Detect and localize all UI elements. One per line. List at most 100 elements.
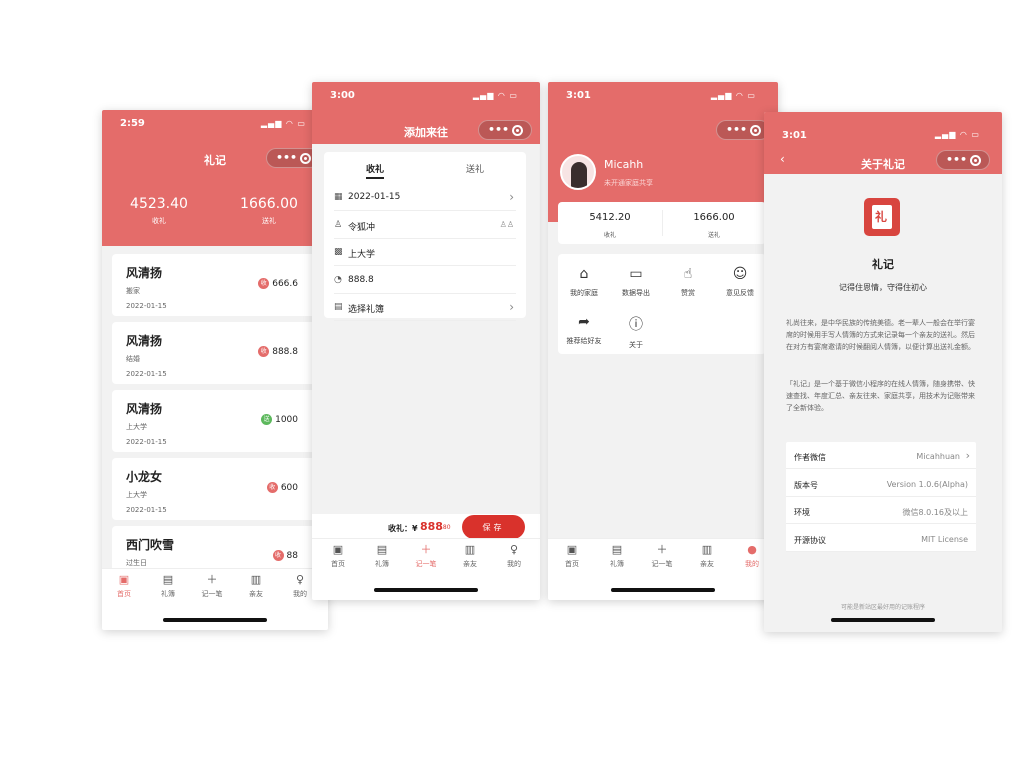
info-key: 开源协议 (794, 535, 826, 545)
tab-add[interactable]: ＋记一笔 (406, 543, 446, 569)
status-bar: 2:59 ▂▄▆ ◠ ▭ (102, 110, 328, 132)
record-name: 西门吹雪 (126, 538, 175, 552)
form-field[interactable]: ▤ 选择礼簿 › (334, 294, 516, 321)
footer-amount-dec: .80 (441, 524, 451, 531)
record-amount: 收 88 (272, 550, 298, 561)
form-field[interactable]: ▦ 2022-01-15 › (334, 184, 516, 211)
form-field-value: 2022-01-15 (348, 192, 401, 202)
screen-mine: 3:01 ▂▄▆ ◠ ▭ ••• Micahh 未开通家庭共享 5412.20 … (548, 82, 778, 600)
more-icon[interactable]: ••• (946, 153, 967, 166)
book-icon: ▤ (162, 573, 174, 586)
more-icon[interactable]: ••• (488, 123, 509, 136)
close-mini-program-icon[interactable] (970, 155, 981, 166)
close-mini-program-icon[interactable] (300, 153, 311, 164)
record-amount-value: 666.6 (272, 279, 298, 289)
footer-amount-label: 收礼：¥ (388, 524, 418, 533)
info-value: 微信8.0.16及以上 (902, 508, 968, 517)
tab-sent[interactable]: 送礼 (466, 162, 484, 175)
tab-add[interactable]: ＋记一笔 (192, 573, 232, 599)
family-share-status[interactable]: 未开通家庭共享 (604, 178, 653, 188)
tab-mine[interactable]: ♀ 我的 (494, 543, 534, 569)
money-bag-icon: ◔ (334, 274, 342, 285)
tab-home[interactable]: ▣ 首页 (104, 573, 144, 599)
contacts-pick-icon[interactable]: ♙♙ (500, 220, 514, 229)
user-icon: ♀ (295, 573, 305, 586)
grid-my-family[interactable]: ⌂ 我的家庭 (558, 266, 610, 298)
tab-received[interactable]: 收礼 (366, 162, 384, 175)
screen-about: 3:01 ▂▄▆ ◠ ▭ ‹ 关于礼记 ••• 礼 礼记 记得住恩情，守得住初心… (764, 112, 1002, 632)
tab-ledger[interactable]: ▤ 礼簿 (362, 543, 402, 569)
sent-label: 送礼 (262, 217, 276, 225)
grid-share[interactable]: ➦ 推荐给好友 (558, 314, 610, 346)
form-field[interactable]: ▩ 上大学 (334, 239, 516, 266)
screen-home: 2:59 ▂▄▆ ◠ ▭ 礼记 ••• 4523.40 收礼 1666.00 送… (102, 110, 328, 630)
tab-contacts[interactable]: ▥ 亲友 (236, 573, 276, 599)
record-date: 2022-01-15 (126, 370, 167, 378)
stats-card: 5412.20 收礼 1666.00 送礼 (558, 202, 766, 244)
tab-received-underline (366, 177, 384, 179)
mini-program-capsule[interactable]: ••• (936, 150, 990, 170)
info-key: 环境 (794, 508, 810, 517)
record-amount-value: 88 (286, 551, 298, 561)
mini-program-capsule[interactable]: ••• (478, 120, 532, 140)
status-bar: 3:01 ▂▄▆ ◠ ▭ (548, 82, 778, 104)
more-icon[interactable]: ••• (726, 123, 747, 136)
record-amount: 送 1000 (261, 414, 298, 425)
record-event: 上大学 (126, 423, 147, 431)
share-icon: ➦ (578, 314, 590, 330)
tab-home[interactable]: ▣ 首页 (318, 543, 358, 569)
close-mini-program-icon[interactable] (512, 125, 523, 136)
record-name: 风清扬 (126, 402, 163, 416)
list-item[interactable]: 风清扬 上大学 2022-01-15 送 1000 (112, 390, 318, 452)
book-icon: ▤ (376, 543, 388, 556)
chevron-right-icon: › (965, 449, 970, 462)
grid-appreciate[interactable]: ☝ 赞赏 (662, 266, 714, 298)
status-time: 3:00 (330, 90, 355, 101)
app-logo-char: 礼 (875, 210, 888, 224)
tab-ledger[interactable]: ▤ 礼簿 (148, 573, 188, 599)
signal-wifi-battery-icon: ▂▄▆ ◠ ▭ (472, 91, 518, 100)
info-key: 版本号 (794, 480, 818, 490)
record-event: 上大学 (126, 491, 147, 499)
record-date: 2022-01-15 (126, 438, 167, 446)
save-button[interactable]: 保存 (462, 515, 525, 539)
status-bar: 3:01 ▂▄▆ ◠ ▭ (764, 112, 1002, 141)
mini-program-capsule[interactable]: ••• (716, 120, 770, 140)
tab-contacts[interactable]: ▥ 亲友 (687, 543, 727, 569)
intro-paragraph-1: 礼尚往来，是中华民族的传统美德。老一辈人一般会在举行宴席的时候用手写人情簿的方式… (786, 319, 975, 351)
record-amount-value: 1000 (275, 415, 298, 425)
avatar-figure (571, 162, 587, 188)
grid-data-export[interactable]: ▭ 数据导出 (610, 266, 662, 298)
grid-feedback[interactable]: ☺ 意见反馈 (714, 266, 766, 298)
feature-grid: ⌂ 我的家庭 ▭ 数据导出 ☝ 赞赏 ☺ 意见反馈 ➦ 推荐给好友 ⓘ 关于 (558, 254, 766, 354)
tab-add[interactable]: ＋记一笔 (642, 543, 682, 569)
sent-total: 1666.00 (693, 212, 735, 223)
record-event: 过生日 (126, 559, 147, 567)
form-field[interactable]: ♙ 令狐冲 ♙♙ (334, 212, 516, 239)
tab-contacts[interactable]: ▥ 亲友 (450, 543, 490, 569)
list-item[interactable]: 小龙女 上大学 2022-01-15 收 600 (112, 458, 318, 520)
received-label: 收礼 (152, 217, 166, 225)
tab-bar: ▣ 首页 ▤ 礼簿 ＋记一笔 ▥ 亲友 ♀ 我的 (102, 568, 328, 630)
form-field-value: 上大学 (348, 250, 376, 260)
intro-paragraph-2: 「礼记」是一个基于微信小程序的在线人情簿，随身携带、快速查找、年度汇总、亲友往来… (786, 380, 975, 412)
form-field[interactable]: ◔ 888.8 (334, 267, 516, 294)
contacts-icon: ▥ (701, 543, 713, 556)
tab-home[interactable]: ▣ 首页 (552, 543, 592, 569)
wallet-icon: ▭ (629, 266, 643, 282)
info-row[interactable]: 作者微信 Micahhuan › (786, 442, 976, 469)
info-row: 版本号 Version 1.0.6(Alpha) (786, 470, 976, 497)
more-icon[interactable]: ••• (276, 151, 297, 164)
home-icon: ▣ (332, 543, 344, 556)
list-item[interactable]: 风清扬 结婚 2022-01-15 收 888.8 (112, 322, 318, 384)
close-mini-program-icon[interactable] (750, 125, 761, 136)
grid-about[interactable]: ⓘ 关于 (610, 314, 662, 350)
tab-ledger[interactable]: ▤ 礼簿 (597, 543, 637, 569)
home-indicator (611, 588, 715, 592)
home-icon: ▣ (566, 543, 578, 556)
footer-amount-int: 888 (420, 520, 443, 533)
avatar[interactable] (560, 154, 596, 190)
info-card: 作者微信 Micahhuan › 版本号 Version 1.0.6(Alpha)… (786, 442, 976, 552)
tab-bar: ▣ 首页 ▤ 礼簿 ＋记一笔 ▥ 亲友 ♀ 我的 (312, 538, 540, 600)
list-item[interactable]: 风清扬 搬家 2022-01-15 收 666.6 (112, 254, 318, 316)
